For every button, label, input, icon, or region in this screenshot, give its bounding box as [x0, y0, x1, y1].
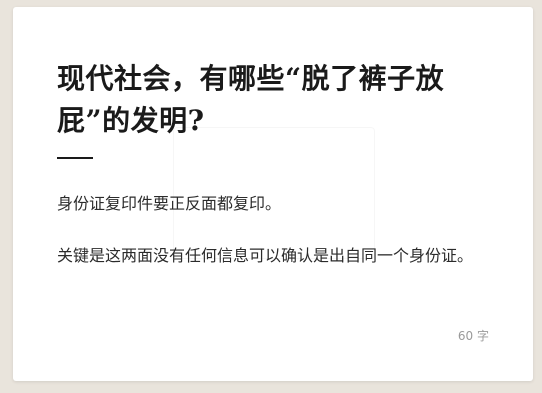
- paragraph-2: 关键是这两面没有任何信息可以确认是出自同一个身份证。: [57, 246, 474, 265]
- title-divider: [57, 157, 93, 159]
- paragraph-1: 身份证复印件要正反面都复印。: [57, 194, 282, 213]
- answer-card: 现代社会，有哪些“脱了裤子放屁”的发明? 身份证复印件要正反面都复印。 关键是这…: [13, 7, 533, 381]
- char-count: 60 字: [457, 329, 489, 343]
- card-title: 现代社会，有哪些“脱了裤子放屁”的发明?: [57, 62, 445, 137]
